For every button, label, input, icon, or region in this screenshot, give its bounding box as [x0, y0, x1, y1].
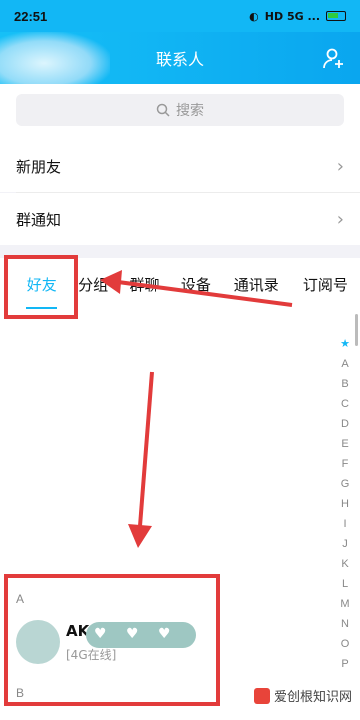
- watermark-text: 爱创根知识网: [273, 690, 352, 705]
- arrow-to-friends-tab: [100, 270, 293, 307]
- watermark-logo-icon: [253, 687, 270, 704]
- annotation-arrows: [100, 270, 293, 548]
- arrow-to-contact: [128, 371, 154, 548]
- watermark: 爱创根知识网: [253, 686, 352, 705]
